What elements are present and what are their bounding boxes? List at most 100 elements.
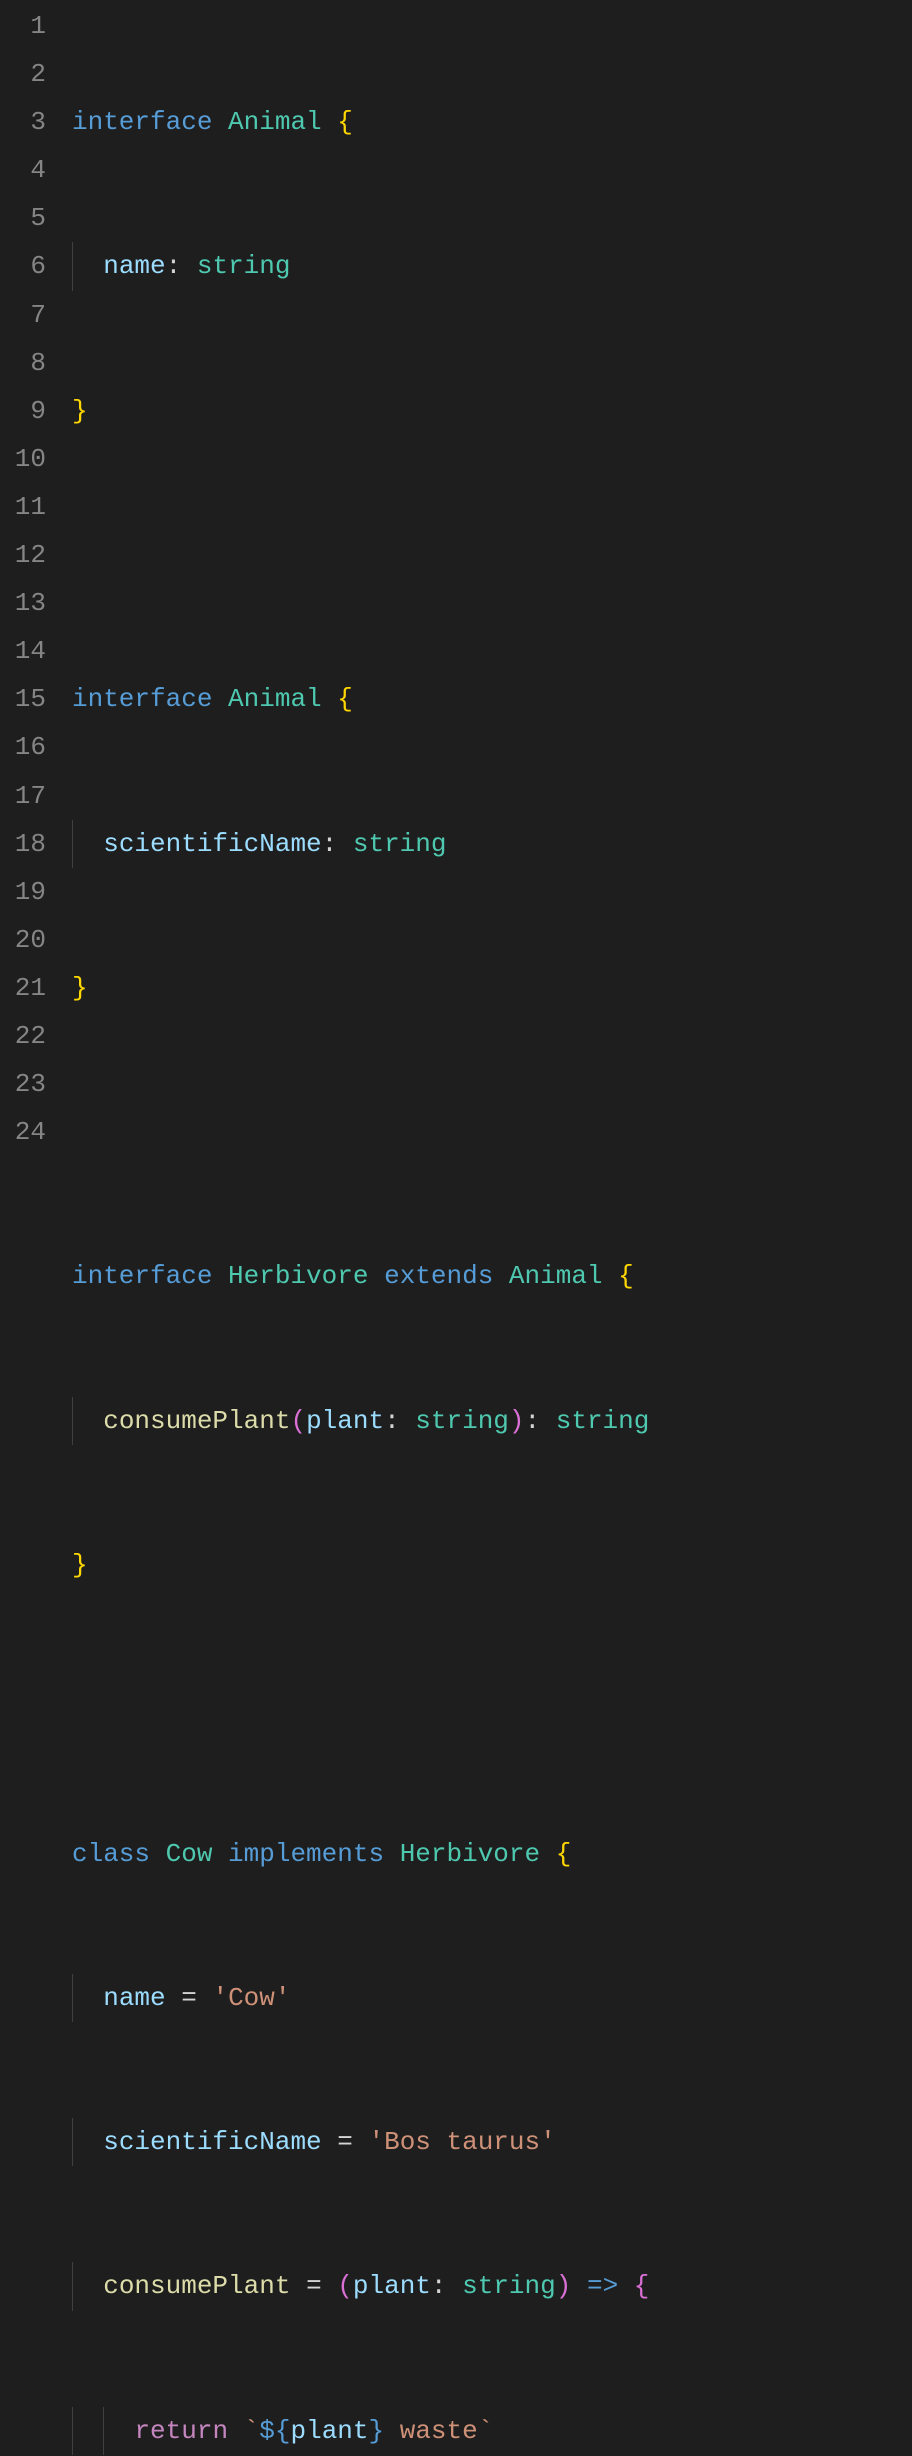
type-name: Cow [166,1839,213,1869]
indent-guide [72,1974,73,2022]
line-number: 5 [0,194,46,242]
paren: ) [556,2271,572,2301]
string: 'Bos taurus' [368,2127,555,2157]
line-number-gutter: 1 2 3 4 5 6 7 8 9 10 11 12 13 14 15 16 1… [0,2,72,2456]
operator: = [306,2271,322,2301]
code-line[interactable]: name = 'Cow' [72,1974,649,2022]
keyword: return [134,2416,228,2446]
indent-guide [72,242,73,290]
code-line[interactable]: interface Animal { [72,98,649,146]
param: plant [306,1406,384,1436]
code-line[interactable] [72,1685,649,1733]
code-line[interactable]: interface Animal { [72,675,649,723]
punct: : [322,829,338,859]
type-name: Animal [228,684,322,714]
string: ` [244,2416,260,2446]
method: consumePlant [103,2271,290,2301]
line-number: 13 [0,579,46,627]
line-number: 14 [0,627,46,675]
property: scientificName [103,2127,321,2157]
punct: : [431,2271,447,2301]
line-number: 11 [0,483,46,531]
line-number: 16 [0,723,46,771]
punct: : [525,1406,541,1436]
arrow: => [587,2271,618,2301]
code-line[interactable]: consumePlant(plant: string): string [72,1397,649,1445]
line-number: 4 [0,146,46,194]
keyword: interface [72,107,212,137]
brace: } [72,973,88,1003]
line-number: 17 [0,772,46,820]
code-line[interactable]: } [72,387,649,435]
paren: ) [509,1406,525,1436]
code-line[interactable]: } [72,1541,649,1589]
template-expr: ${ [259,2416,290,2446]
keyword: interface [72,1261,212,1291]
property: scientificName [103,829,321,859]
code-line[interactable]: } [72,964,649,1012]
code-line[interactable]: class Cow implements Herbivore { [72,1830,649,1878]
brace: { [337,684,353,714]
template-expr: } [369,2416,385,2446]
code-line[interactable] [72,1108,649,1156]
line-number: 10 [0,435,46,483]
string: waste [384,2416,478,2446]
indent-guide [72,2407,73,2455]
code-line[interactable]: interface Herbivore extends Animal { [72,1252,649,1300]
brace: { [337,107,353,137]
code-line[interactable] [72,531,649,579]
code-line[interactable]: consumePlant = (plant: string) => { [72,2262,649,2310]
property: name [103,251,165,281]
keyword: implements [228,1839,384,1869]
punct: : [384,1406,400,1436]
operator: = [181,1983,197,2013]
line-number: 22 [0,1012,46,1060]
keyword: extends [384,1261,493,1291]
line-number: 6 [0,242,46,290]
variable: plant [291,2416,369,2446]
type: string [353,829,447,859]
type: string [415,1406,509,1436]
type-name: Herbivore [400,1839,540,1869]
string: 'Cow' [212,1983,290,2013]
code-editor[interactable]: 1 2 3 4 5 6 7 8 9 10 11 12 13 14 15 16 1… [0,0,912,2456]
line-number: 15 [0,675,46,723]
indent-guide [72,1397,73,1445]
param: plant [353,2271,431,2301]
code-line[interactable]: scientificName = 'Bos taurus' [72,2118,649,2166]
line-number: 24 [0,1108,46,1156]
type-name: Animal [509,1261,603,1291]
code-line[interactable]: name: string [72,242,649,290]
indent-guide [72,820,73,868]
line-number: 12 [0,531,46,579]
indent-guide [72,2262,73,2310]
keyword: interface [72,684,212,714]
line-number: 7 [0,291,46,339]
type-name: Animal [228,107,322,137]
type: string [462,2271,556,2301]
line-number: 20 [0,916,46,964]
punct: : [166,251,182,281]
code-line[interactable]: scientificName: string [72,820,649,868]
paren: ( [337,2271,353,2301]
type: string [556,1406,650,1436]
brace: { [556,1839,572,1869]
code-content[interactable]: interface Animal { name: string } interf… [72,2,649,2456]
brace: { [618,1261,634,1291]
brace: } [72,396,88,426]
code-line[interactable]: return `${plant} waste` [72,2407,649,2455]
line-number: 1 [0,2,46,50]
type-name: Herbivore [228,1261,368,1291]
line-number: 19 [0,868,46,916]
line-number: 21 [0,964,46,1012]
property: name [103,1983,165,2013]
operator: = [337,2127,353,2157]
line-number: 2 [0,50,46,98]
type: string [197,251,291,281]
line-number: 23 [0,1060,46,1108]
paren: ( [290,1406,306,1436]
brace: { [634,2271,650,2301]
brace: } [72,1550,88,1580]
method: consumePlant [103,1406,290,1436]
line-number: 8 [0,339,46,387]
